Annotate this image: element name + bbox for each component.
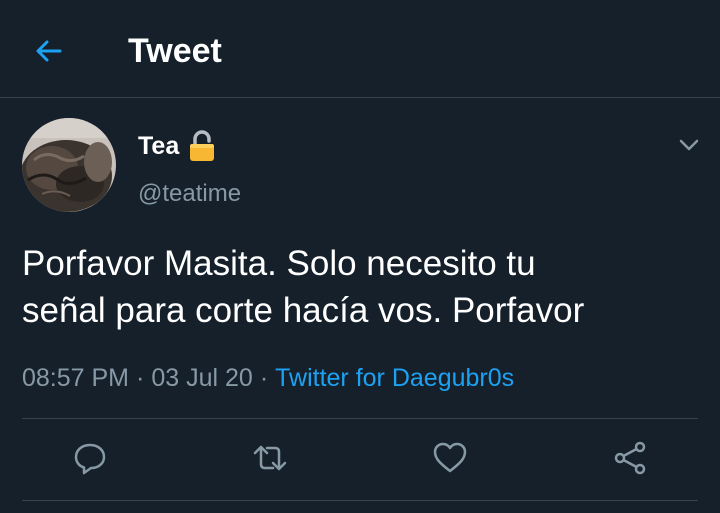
retweet-button[interactable]	[252, 440, 288, 476]
author-display-name[interactable]: Tea	[138, 130, 179, 162]
tweet-time: 08:57 PM	[22, 364, 130, 392]
tweet-text: Porfavor Masita. Solo necesito tu señal …	[22, 244, 585, 330]
like-icon	[433, 442, 467, 473]
arrow-left-icon	[36, 40, 62, 62]
divider	[22, 418, 698, 419]
avatar-image	[22, 118, 116, 212]
reply-button[interactable]	[72, 440, 108, 476]
author-handle[interactable]: @teatime	[138, 178, 241, 210]
more-options-button[interactable]	[674, 130, 704, 160]
meta-separator: ·	[136, 364, 145, 392]
retweet-icon	[253, 445, 287, 471]
share-icon	[614, 441, 646, 475]
top-bar: Tweet	[0, 0, 720, 98]
avatar[interactable]	[22, 118, 116, 212]
like-button[interactable]	[432, 440, 468, 476]
lock-icon	[190, 130, 214, 161]
reply-icon	[74, 443, 106, 475]
back-button[interactable]	[28, 30, 70, 72]
tweet-source-link[interactable]: Twitter for Daegubr0s	[275, 364, 514, 392]
tweet-meta: 08:57 PM · 03 Jul 20 · Twitter for Daegubr0s	[22, 362, 514, 394]
tweet-date: 03 Jul 20	[151, 364, 253, 392]
chevron-down-icon	[679, 139, 699, 151]
tweet-detail-screen: Tweet Tea @teatime Porfavor Masita. Solo…	[0, 0, 720, 513]
page-title: Tweet	[128, 32, 222, 70]
meta-separator: ·	[259, 364, 269, 392]
share-button[interactable]	[612, 440, 648, 476]
divider	[22, 500, 698, 501]
